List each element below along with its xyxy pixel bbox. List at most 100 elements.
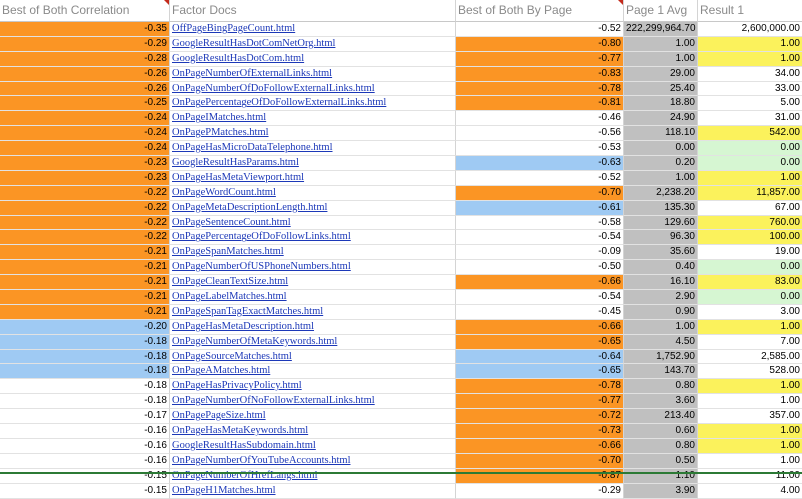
cell-factor-doc-link-value[interactable]: OnPageNumberOfYouTubeAccounts.html bbox=[172, 455, 351, 466]
cell-factor-doc-link[interactable]: GoogleResultHasSubdomain.html bbox=[170, 438, 456, 454]
cell-factor-doc-link[interactable]: OnPageH1Matches.html bbox=[170, 483, 456, 499]
cell-correlation[interactable]: -0.16 bbox=[0, 453, 170, 469]
cell-factor-doc-link-value[interactable]: OnPagePMatches.html bbox=[172, 127, 269, 138]
cell-factor-doc-link-value[interactable]: GoogleResultHasSubdomain.html bbox=[172, 440, 316, 451]
cell-by-page[interactable]: -0.46 bbox=[456, 111, 624, 127]
cell-correlation[interactable]: -0.23 bbox=[0, 170, 170, 186]
cell-correlation[interactable]: -0.18 bbox=[0, 349, 170, 365]
cell-factor-doc-link[interactable]: GoogleResultHasDotComNetOrg.html bbox=[170, 36, 456, 52]
cell-factor-doc-link-value[interactable]: OnPageIMatches.html bbox=[172, 112, 266, 123]
cell-result-1[interactable]: 31.00 bbox=[698, 111, 802, 127]
cell-result-1[interactable]: 0.00 bbox=[698, 156, 802, 171]
cell-factor-doc-link[interactable]: OnPageHasMetaViewport.html bbox=[170, 170, 456, 186]
cell-factor-doc-link-value[interactable]: OnPageSpanMatches.html bbox=[172, 246, 284, 257]
cell-page-1-avg[interactable]: 0.90 bbox=[624, 304, 698, 320]
cell-by-page[interactable]: -0.87 bbox=[456, 468, 624, 484]
comment-marker-icon[interactable] bbox=[618, 0, 623, 5]
cell-by-page[interactable]: -0.63 bbox=[456, 156, 624, 171]
cell-factor-doc-link-value[interactable]: OnPageHasMicroDataTelephone.html bbox=[172, 142, 333, 153]
cell-page-1-avg[interactable]: 0.50 bbox=[624, 453, 698, 469]
cell-by-page[interactable]: -0.61 bbox=[456, 200, 624, 216]
cell-factor-doc-link-value[interactable]: OnPageHasMetaKeywords.html bbox=[172, 425, 308, 436]
cell-result-1[interactable]: 542.00 bbox=[698, 126, 802, 142]
cell-result-1[interactable]: 0.00 bbox=[698, 290, 802, 305]
cell-by-page[interactable]: -0.72 bbox=[456, 409, 624, 425]
cell-factor-doc-link-value[interactable]: OnPageSpanTagExactMatches.html bbox=[172, 306, 323, 317]
cell-result-1[interactable]: 1.00 bbox=[698, 51, 802, 67]
cell-page-1-avg[interactable]: 29.00 bbox=[624, 66, 698, 82]
cell-factor-doc-link[interactable]: OnPageNumberOfHrefLangs.html bbox=[170, 468, 456, 484]
cell-page-1-avg[interactable]: 135.30 bbox=[624, 200, 698, 216]
cell-page-1-avg[interactable]: 24.90 bbox=[624, 111, 698, 127]
cell-result-1[interactable]: 0.00 bbox=[698, 260, 802, 276]
cell-page-1-avg[interactable]: 25.40 bbox=[624, 81, 698, 97]
cell-factor-doc-link[interactable]: GoogleResultHasParams.html bbox=[170, 156, 456, 171]
cell-by-page[interactable]: -0.80 bbox=[456, 36, 624, 52]
cell-correlation[interactable]: -0.22 bbox=[0, 200, 170, 216]
cell-factor-doc-link-value[interactable]: OnPageHasMetaViewport.html bbox=[172, 172, 304, 183]
cell-factor-doc-link[interactable]: OnPageIMatches.html bbox=[170, 111, 456, 127]
cell-factor-doc-link[interactable]: OnPageCleanTextSize.html bbox=[170, 275, 456, 291]
cell-factor-doc-link-value[interactable]: OnPagePercentageOfDoFollowExternalLinks.… bbox=[172, 97, 386, 108]
cell-page-1-avg[interactable]: 1.10 bbox=[624, 468, 698, 484]
cell-factor-doc-link[interactable]: OnPageSentenceCount.html bbox=[170, 215, 456, 231]
cell-result-1[interactable]: 83.00 bbox=[698, 275, 802, 291]
cell-factor-doc-link-value[interactable]: OnPageWordCount.html bbox=[172, 187, 276, 198]
cell-by-page[interactable]: -0.45 bbox=[456, 304, 624, 320]
cell-factor-doc-link-value[interactable]: OnPageSentenceCount.html bbox=[172, 217, 291, 228]
cell-by-page[interactable]: -0.52 bbox=[456, 170, 624, 186]
cell-by-page[interactable]: -0.64 bbox=[456, 349, 624, 365]
cell-result-1[interactable]: 1.00 bbox=[698, 438, 802, 454]
cell-factor-doc-link[interactable]: OnPageNumberOfYouTubeAccounts.html bbox=[170, 453, 456, 469]
cell-correlation[interactable]: -0.18 bbox=[0, 334, 170, 350]
cell-result-1[interactable]: 11,857.00 bbox=[698, 185, 802, 201]
cell-factor-doc-link[interactable]: OnPageHasMetaKeywords.html bbox=[170, 424, 456, 439]
cell-page-1-avg[interactable]: 3.60 bbox=[624, 394, 698, 410]
cell-page-1-avg[interactable]: 2,238.20 bbox=[624, 185, 698, 201]
cell-factor-doc-link-value[interactable]: OnPageNumberOfMetaKeywords.html bbox=[172, 336, 337, 347]
cell-correlation[interactable]: -0.22 bbox=[0, 215, 170, 231]
cell-factor-doc-link[interactable]: OnPageHasMicroDataTelephone.html bbox=[170, 141, 456, 157]
cell-correlation[interactable]: -0.22 bbox=[0, 230, 170, 246]
cell-by-page[interactable]: -0.56 bbox=[456, 126, 624, 142]
cell-correlation[interactable]: -0.21 bbox=[0, 290, 170, 305]
cell-page-1-avg[interactable]: 1.00 bbox=[624, 170, 698, 186]
cell-factor-doc-link[interactable]: OnPagePMatches.html bbox=[170, 126, 456, 142]
cell-correlation[interactable]: -0.21 bbox=[0, 304, 170, 320]
cell-by-page[interactable]: -0.53 bbox=[456, 141, 624, 157]
cell-factor-doc-link[interactable]: OnPagePageSize.html bbox=[170, 409, 456, 425]
cell-page-1-avg[interactable]: 35.60 bbox=[624, 245, 698, 261]
cell-page-1-avg[interactable]: 2.90 bbox=[624, 290, 698, 305]
cell-result-1[interactable]: 3.00 bbox=[698, 305, 802, 320]
cell-by-page[interactable]: -0.50 bbox=[456, 260, 624, 276]
cell-result-1[interactable]: 760.00 bbox=[698, 215, 802, 231]
cell-result-1[interactable]: 357.00 bbox=[698, 409, 802, 425]
header-best-of-both-correlation[interactable]: Best of Both Correlation bbox=[0, 0, 170, 22]
cell-correlation[interactable]: -0.21 bbox=[0, 260, 170, 276]
cell-factor-doc-link[interactable]: OnPageSpanTagExactMatches.html bbox=[170, 304, 456, 320]
cell-page-1-avg[interactable]: 0.80 bbox=[624, 379, 698, 395]
cell-by-page[interactable]: -0.66 bbox=[456, 275, 624, 291]
cell-result-1[interactable]: 1.00 bbox=[698, 454, 802, 469]
cell-factor-doc-link-value[interactable]: OnPageCleanTextSize.html bbox=[172, 276, 288, 287]
cell-factor-doc-link[interactable]: OnPageHasMetaDescription.html bbox=[170, 319, 456, 335]
cell-factor-doc-link[interactable]: OffPageBingPageCount.html bbox=[170, 22, 456, 37]
cell-factor-doc-link-value[interactable]: OnPageNumberOfDoFollowExternalLinks.html bbox=[172, 83, 375, 94]
cell-correlation[interactable]: -0.29 bbox=[0, 36, 170, 52]
cell-by-page[interactable]: -0.78 bbox=[456, 81, 624, 97]
cell-factor-doc-link-value[interactable]: OnPagePercentageOfDoFollowLinks.html bbox=[172, 231, 351, 242]
cell-by-page[interactable]: -0.54 bbox=[456, 230, 624, 246]
cell-page-1-avg[interactable]: 0.00 bbox=[624, 141, 698, 157]
cell-page-1-avg[interactable]: 143.70 bbox=[624, 364, 698, 380]
cell-factor-doc-link[interactable]: OnPageHasPrivacyPolicy.html bbox=[170, 379, 456, 395]
cell-result-1[interactable]: 5.00 bbox=[698, 96, 802, 112]
cell-page-1-avg[interactable]: 0.40 bbox=[624, 260, 698, 276]
cell-page-1-avg[interactable]: 213.40 bbox=[624, 409, 698, 425]
cell-factor-doc-link-value[interactable]: GoogleResultHasParams.html bbox=[172, 157, 299, 168]
cell-correlation[interactable]: -0.28 bbox=[0, 51, 170, 67]
cell-by-page[interactable]: -0.70 bbox=[456, 453, 624, 469]
cell-correlation[interactable]: -0.21 bbox=[0, 245, 170, 261]
cell-factor-doc-link-value[interactable]: OnPageH1Matches.html bbox=[172, 485, 276, 496]
cell-correlation[interactable]: -0.17 bbox=[0, 409, 170, 425]
cell-factor-doc-link-value[interactable]: GoogleResultHasDotCom.html bbox=[172, 53, 304, 64]
